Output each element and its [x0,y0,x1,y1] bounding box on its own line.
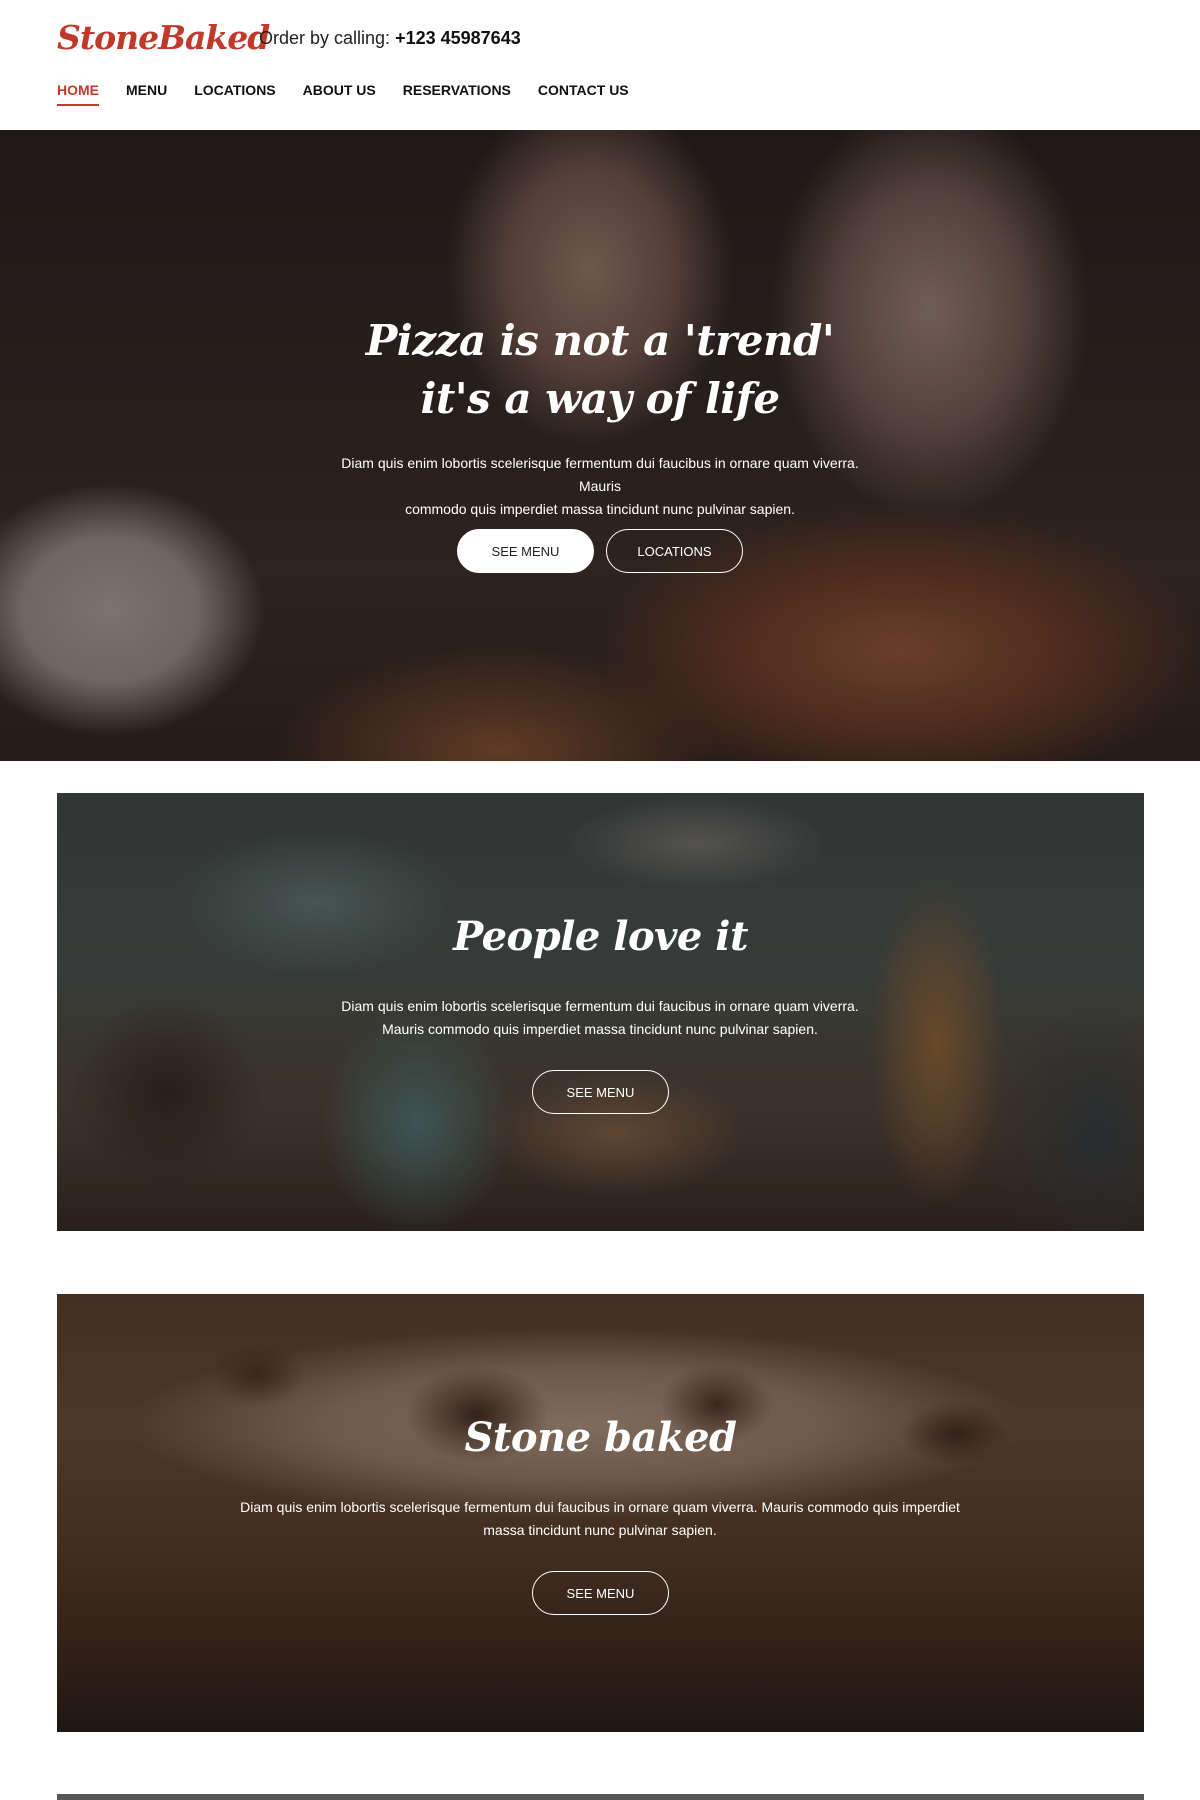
nav-item-menu[interactable]: MENU [126,82,167,106]
hero-description: Diam quis enim lobortis scelerisque ferm… [320,452,880,521]
phone-number[interactable]: +123 45987643 [395,28,521,48]
nav-item-about-us[interactable]: ABOUT US [303,82,376,106]
hero-title-line-1: Pizza is not a 'trend' [365,316,835,365]
nav-item-locations[interactable]: LOCATIONS [194,82,275,106]
stone-baked-section: Stone baked Diam quis enim lobortis scel… [57,1294,1144,1732]
see-menu-button[interactable]: SEE MENU [532,1070,669,1114]
section-title: Stone baked [464,1414,737,1461]
see-menu-button[interactable]: SEE MENU [532,1571,669,1615]
order-by-phone: Order by calling: +123 45987643 [259,28,521,49]
logo[interactable]: StoneBaked [57,18,270,57]
hero-banner: Pizza is not a 'trend' it's a way of lif… [0,130,1200,761]
section-description-line-1: Diam quis enim lobortis scelerisque ferm… [341,998,859,1014]
main-nav: HOME MENU LOCATIONS ABOUT US RESERVATION… [57,82,656,106]
order-label: Order by calling: [259,28,391,48]
next-section-edge [57,1794,1144,1800]
section-description-line-2: Mauris commodo quis imperdiet massa tinc… [382,1021,818,1037]
hero-buttons: SEE MENU LOCATIONS [0,529,1200,573]
nav-item-contact-us[interactable]: CONTACT US [538,82,629,106]
section-description: Diam quis enim lobortis scelerisque ferm… [320,995,880,1041]
hero-image-overlay [0,130,1200,761]
nav-item-home[interactable]: HOME [57,82,99,106]
site-header: StoneBaked Order by calling: +123 459876… [0,0,1200,130]
section-title: People love it [453,913,748,960]
hero-title: Pizza is not a 'trend' it's a way of lif… [0,312,1200,428]
hero-description-line-2: commodo quis imperdiet massa tincidunt n… [405,501,795,517]
section-description: Diam quis enim lobortis scelerisque ferm… [200,1496,1000,1542]
see-menu-button[interactable]: SEE MENU [457,529,594,573]
locations-button[interactable]: LOCATIONS [606,529,743,573]
hero-description-line-1: Diam quis enim lobortis scelerisque ferm… [341,455,859,494]
section-description-line-1: Diam quis enim lobortis scelerisque ferm… [240,1499,960,1515]
nav-item-reservations[interactable]: RESERVATIONS [403,82,511,106]
section-description-line-2: massa tincidunt nunc pulvinar sapien. [483,1522,717,1538]
hero-title-line-2: it's a way of life [420,374,780,423]
people-love-it-section: People love it Diam quis enim lobortis s… [57,793,1144,1231]
